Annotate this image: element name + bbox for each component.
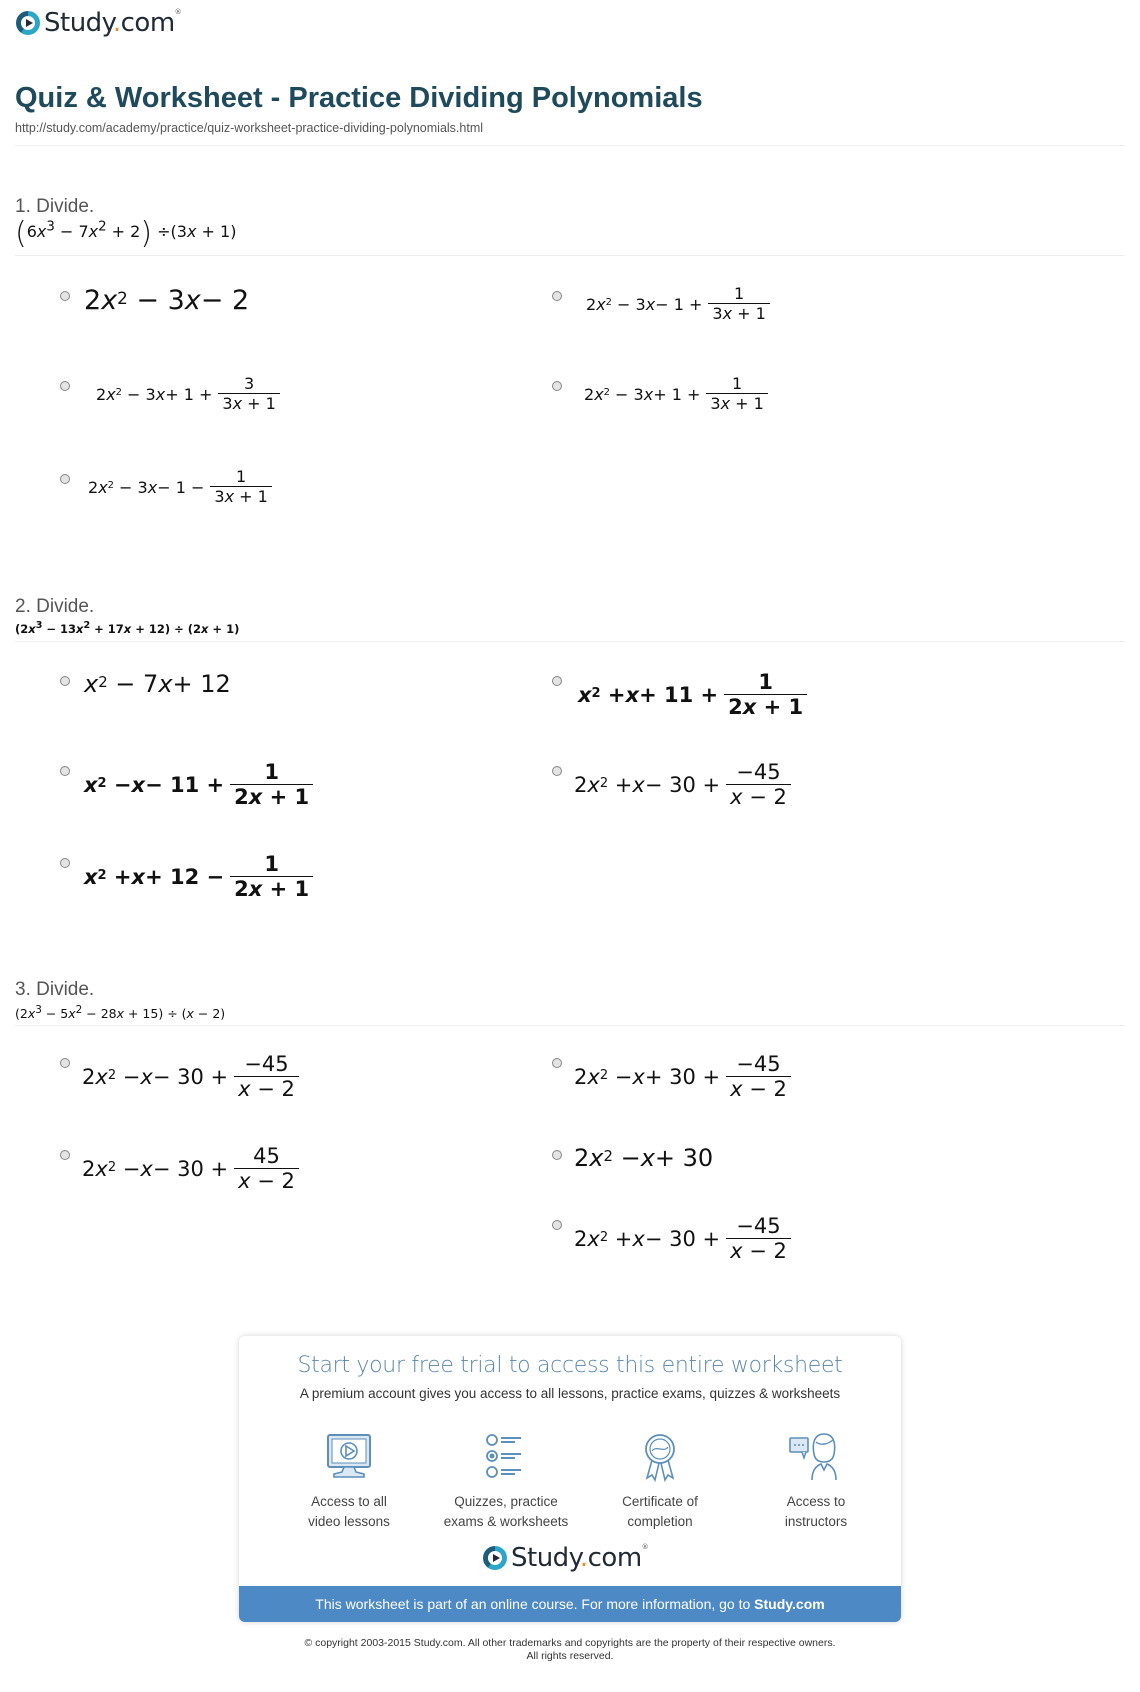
question-3-option-4[interactable]: 2x2 − x + 30 (552, 1144, 713, 1172)
divider (15, 255, 1125, 256)
feature-label: Certificate of completion (622, 1494, 698, 1529)
video-monitor-icon (327, 1434, 371, 1478)
feature-video-lessons: Access to all video lessons (274, 1432, 424, 1532)
divider (15, 641, 1125, 642)
question-2-option-4[interactable]: 2x2 + x − 30 + −45 x − 2 (552, 760, 791, 810)
option-math: 2x2 + x − 30 + −45 x − 2 (574, 1214, 791, 1264)
option-math: x2 − x − 11 +1 2x + 1 (84, 760, 314, 810)
feature-label: Access to instructors (784, 1494, 848, 1529)
study-logo[interactable]: Study.com® (16, 8, 182, 38)
logo-wordmark: Study.com® (511, 1543, 649, 1573)
page-title: Quiz & Worksheet - Practice Dividing Pol… (15, 82, 703, 114)
question-1-option-4[interactable]: 2x2 − 3x + 1 +1 3x + 1 (552, 374, 768, 414)
promo-info-bar: This worksheet is part of an online cour… (239, 1586, 901, 1622)
option-math: x2 + x + 12 −1 2x + 1 (84, 852, 314, 902)
rights-line: All rights reserved. (526, 1650, 614, 1662)
page-url[interactable]: http://study.com/academy/practice/quiz-w… (15, 121, 483, 135)
radio-button[interactable] (60, 1150, 70, 1160)
radio-button[interactable] (552, 766, 562, 776)
radio-button[interactable] (60, 474, 70, 484)
quiz-list-icon (486, 1434, 521, 1478)
question-3-option-2[interactable]: 2x2 − x + 30 + −45 x − 2 (552, 1052, 791, 1102)
radio-button[interactable] (60, 1058, 70, 1068)
radio-button[interactable] (60, 291, 70, 301)
option-math: x2 + x + 11 +1 2x + 1 (578, 670, 808, 720)
radio-button[interactable] (552, 291, 562, 301)
option-math: 2x2 − 3x + 1 +3 3x + 1 (96, 374, 280, 414)
certificate-ribbon-icon (645, 1434, 675, 1482)
radio-button[interactable] (552, 1058, 562, 1068)
option-math: 2x2 − x + 30 (574, 1144, 714, 1172)
question-3-option-1[interactable]: 2x2 − x − 30 + −45 x − 2 (60, 1052, 299, 1102)
logo-wordmark: Study.com® (44, 8, 182, 38)
instructor-chat-icon (789, 1433, 837, 1481)
radio-button[interactable] (60, 858, 70, 868)
study-link[interactable]: Study.com (754, 1596, 825, 1612)
question-1-expression: (6x3 − 7x2 + 2) ÷(3x + 1) (15, 216, 237, 251)
radio-button[interactable] (552, 676, 562, 686)
question-1-label: 1. Divide. (15, 196, 95, 217)
question-3-option-3[interactable]: 2x2 − x − 30 +45 x − 2 (60, 1144, 299, 1194)
question-2-option-5[interactable]: x2 + x + 12 −1 2x + 1 (60, 852, 314, 902)
question-3-label: 3. Divide. (15, 979, 95, 1000)
radio-button[interactable] (60, 676, 70, 686)
promo-study-logo[interactable]: Study.com® (483, 1543, 649, 1573)
promo-subtitle: A premium account gives you access to al… (299, 1386, 841, 1401)
radio-button[interactable] (552, 1150, 562, 1160)
question-2-option-2[interactable]: x2 + x + 11 +1 2x + 1 (552, 670, 808, 720)
option-math: 2x2 − 3x + 1 +1 3x + 1 (584, 374, 768, 414)
copyright-line: © copyright 2003-2015 Study.com. All oth… (304, 1637, 836, 1649)
option-math: 2x2 − 3x − 2 (84, 285, 250, 316)
divider (15, 145, 1125, 146)
question-2-expression: (2x3 − 13x2 + 17x + 12) ÷ (2x + 1) (15, 620, 240, 636)
feature-instructors: Access to instructors (741, 1432, 891, 1532)
question-1-option-2[interactable]: 2x2 − 3x − 1 +1 3x + 1 (552, 284, 770, 324)
option-math: x2 − 7x + 12 (84, 670, 231, 698)
radio-button[interactable] (552, 381, 562, 391)
divider (15, 1025, 1125, 1026)
question-2-option-1[interactable]: x2 − 7x + 12 (60, 670, 231, 698)
option-math: 2x2 − 3x − 1 +1 3x + 1 (586, 284, 770, 324)
option-math: 2x2 − x + 30 + −45 x − 2 (574, 1052, 791, 1102)
question-2-label: 2. Divide. (15, 596, 95, 617)
promo-bar-text: This worksheet is part of an online cour… (315, 1596, 755, 1612)
question-3-expression: (2x3 − 5x2 − 28x + 15) ÷ (x − 2) (15, 1004, 226, 1022)
feature-quizzes: Quizzes, practice exams & worksheets (431, 1432, 581, 1532)
feature-label: Access to all video lessons (308, 1494, 390, 1529)
question-3-option-5[interactable]: 2x2 + x − 30 + −45 x − 2 (552, 1214, 791, 1264)
play-logo-icon (483, 1546, 507, 1570)
question-2-option-3[interactable]: x2 − x − 11 +1 2x + 1 (60, 760, 314, 810)
option-math: 2x2 + x − 30 + −45 x − 2 (574, 760, 791, 810)
radio-button[interactable] (552, 1220, 562, 1230)
radio-button[interactable] (60, 381, 70, 391)
free-trial-promo: Start your free trial to access this ent… (239, 1336, 901, 1622)
option-math: 2x2 − x − 30 + −45 x − 2 (82, 1052, 299, 1102)
question-1-option-5[interactable]: 2x2 − 3x − 1 −1 3x + 1 (60, 467, 272, 507)
feature-certificate: Certificate of completion (585, 1432, 735, 1532)
option-math: 2x2 − 3x − 1 −1 3x + 1 (88, 467, 272, 507)
radio-button[interactable] (60, 766, 70, 776)
feature-label: Quizzes, practice exams & worksheets (443, 1494, 569, 1529)
option-math: 2x2 − x − 30 +45 x − 2 (82, 1144, 299, 1194)
question-1-option-3[interactable]: 2x2 − 3x + 1 +3 3x + 1 (60, 374, 280, 414)
copyright-footer: © copyright 2003-2015 Study.com. All oth… (0, 1637, 1140, 1663)
question-1-option-1[interactable]: 2x2 − 3x − 2 (60, 285, 249, 316)
promo-title[interactable]: Start your free trial to access this ent… (239, 1353, 901, 1378)
play-logo-icon (16, 11, 40, 35)
